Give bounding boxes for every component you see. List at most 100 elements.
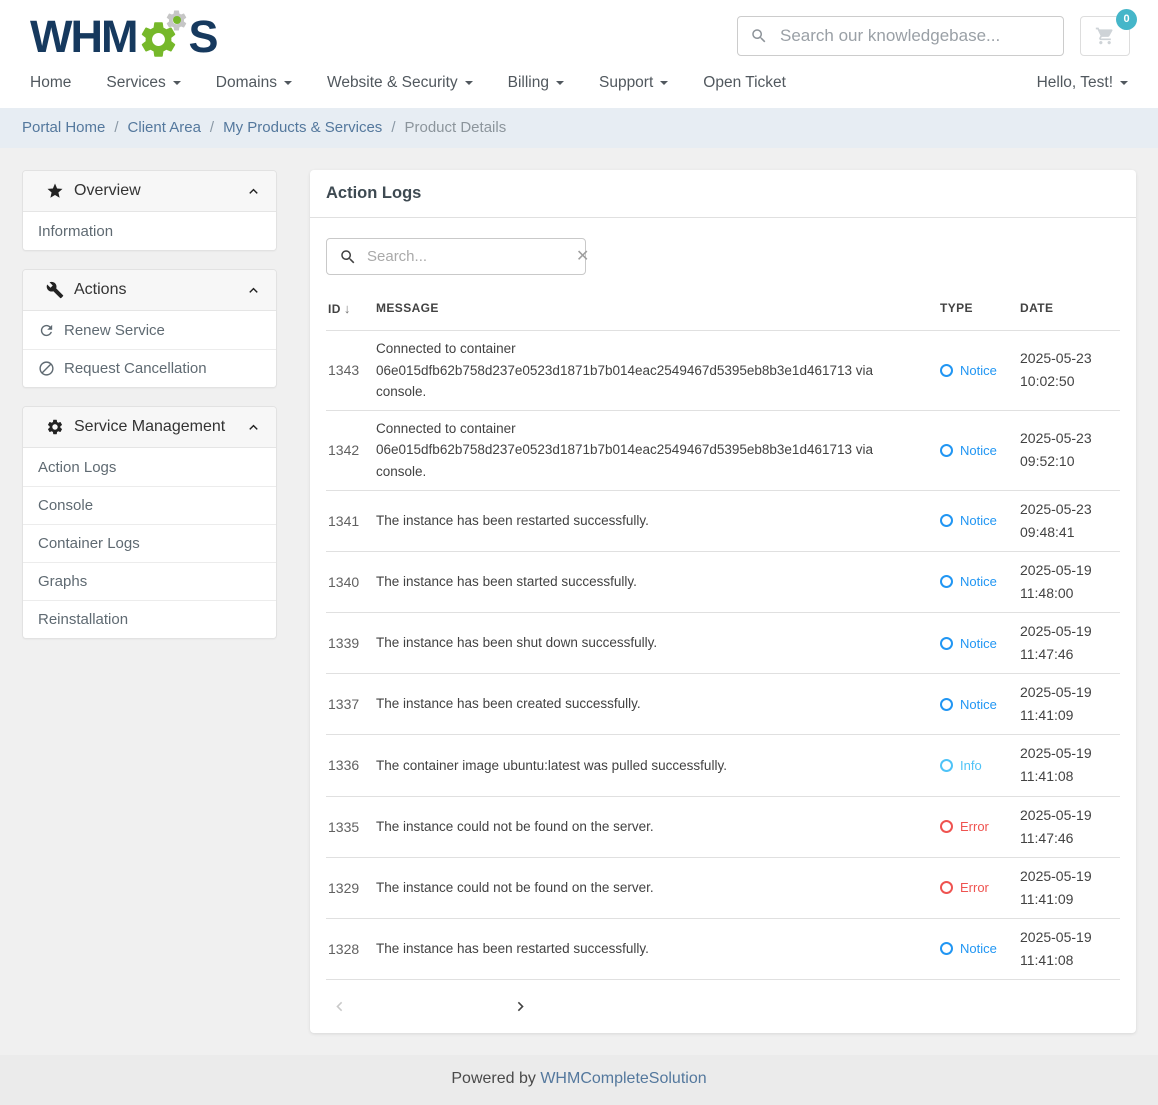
nav-item[interactable]: Website & Security xyxy=(327,74,473,92)
sidebar-item-renew-service[interactable]: Renew Service xyxy=(23,311,276,349)
ban-icon xyxy=(38,360,55,377)
next-page-icon[interactable] xyxy=(511,997,530,1016)
panel-title: Actions xyxy=(74,281,126,299)
nav-item-label: Website & Security xyxy=(327,74,458,92)
whmcs-footer-link[interactable]: WHMCompleteSolution xyxy=(540,1070,706,1087)
table-header: ID↓ MESSAGE TYPE DATE xyxy=(326,275,1120,330)
breadcrumb-item: Portal Home / xyxy=(22,119,128,136)
breadcrumb-link[interactable]: Client Area xyxy=(128,119,201,136)
log-date-value: 2025-05-19 xyxy=(1020,620,1120,643)
nav-item[interactable]: Domains xyxy=(216,74,292,92)
sidebar-item-label: Container Logs xyxy=(38,535,140,552)
refresh-icon xyxy=(38,322,55,339)
sidebar-item-request-cancellation[interactable]: Request Cancellation xyxy=(23,349,276,387)
sidebar-item-information[interactable]: Information xyxy=(23,212,276,250)
sidebar-item[interactable]: Graphs xyxy=(23,562,276,600)
log-type-badge: Notice xyxy=(940,574,1020,589)
service-management-panel-header[interactable]: Service Management xyxy=(23,407,276,448)
log-message: The instance has been shut down successf… xyxy=(376,632,940,654)
cart-count-badge: 0 xyxy=(1116,9,1137,30)
account-menu[interactable]: Hello, Test! xyxy=(1037,74,1128,92)
sidebar-item-label: Action Logs xyxy=(38,459,116,476)
status-circle-icon xyxy=(940,444,953,457)
column-header-date[interactable]: DATE xyxy=(1020,301,1120,316)
log-date: 2025-05-23 09:52:10 xyxy=(1020,427,1120,473)
log-date-value: 2025-05-23 xyxy=(1020,347,1120,370)
log-date-value: 2025-05-19 xyxy=(1020,681,1120,704)
panel-title: Service Management xyxy=(74,418,225,436)
log-time-value: 11:47:46 xyxy=(1020,827,1120,850)
chevron-down-icon xyxy=(465,81,473,85)
logo-text-prefix: WHM xyxy=(30,14,136,59)
table-row: 1337 The instance has been created succe… xyxy=(326,673,1120,734)
previous-page-icon[interactable] xyxy=(330,997,349,1016)
sidebar-item[interactable]: Console xyxy=(23,486,276,524)
star-icon xyxy=(46,182,64,200)
sort-descending-icon: ↓ xyxy=(344,301,351,316)
log-id: 1342 xyxy=(328,442,376,458)
table-body: 1343 Connected to container 06e015dfb62b… xyxy=(326,330,1120,979)
log-time-value: 11:41:08 xyxy=(1020,949,1120,972)
status-circle-icon xyxy=(940,575,953,588)
actions-panel-header[interactable]: Actions xyxy=(23,270,276,311)
breadcrumb-separator: / xyxy=(114,119,118,136)
cart-button[interactable]: 0 xyxy=(1080,16,1130,56)
table-row: 1341 The instance has been restarted suc… xyxy=(326,490,1120,551)
breadcrumb-separator: / xyxy=(210,119,214,136)
chevron-down-icon xyxy=(556,81,564,85)
status-circle-icon xyxy=(940,942,953,955)
nav-item[interactable]: Open Ticket xyxy=(703,74,786,92)
logo-gears xyxy=(137,11,187,61)
powered-by-text: Powered by xyxy=(451,1070,536,1087)
log-type-badge: Notice xyxy=(940,941,1020,956)
top-header: WHM S 0 xyxy=(0,0,1158,64)
column-header-message[interactable]: MESSAGE xyxy=(376,301,940,316)
log-date: 2025-05-19 11:48:00 xyxy=(1020,559,1120,605)
log-time-value: 09:48:41 xyxy=(1020,521,1120,544)
log-id: 1340 xyxy=(328,574,376,590)
log-date-value: 2025-05-19 xyxy=(1020,926,1120,949)
log-message: The instance could not be found on the s… xyxy=(376,877,940,899)
log-time-value: 11:41:09 xyxy=(1020,704,1120,727)
log-type-badge: Notice xyxy=(940,697,1020,712)
nav-item[interactable]: Home xyxy=(30,74,71,92)
search-icon xyxy=(339,248,357,266)
log-date: 2025-05-19 11:41:09 xyxy=(1020,681,1120,727)
status-circle-icon xyxy=(940,820,953,833)
nav-item[interactable]: Support xyxy=(599,74,668,92)
clear-search-icon[interactable]: ✕ xyxy=(576,249,589,265)
nav-item[interactable]: Services xyxy=(106,74,180,92)
status-circle-icon xyxy=(940,881,953,894)
table-search-input[interactable] xyxy=(367,248,566,265)
breadcrumb-separator: / xyxy=(391,119,395,136)
wrench-icon xyxy=(46,281,64,299)
log-message: Connected to container 06e015dfb62b758d2… xyxy=(376,418,940,483)
log-id: 1339 xyxy=(328,635,376,651)
breadcrumb-link[interactable]: Portal Home xyxy=(22,119,105,136)
nav-item-label: Domains xyxy=(216,74,277,92)
whmcs-logo[interactable]: WHM S xyxy=(30,11,216,61)
chevron-down-icon xyxy=(173,81,181,85)
column-header-id[interactable]: ID↓ xyxy=(328,301,376,316)
log-type-badge: Info xyxy=(940,758,1020,773)
column-header-type[interactable]: TYPE xyxy=(940,301,1020,316)
table-row: 1336 The container image ubuntu:latest w… xyxy=(326,734,1120,795)
status-circle-icon xyxy=(940,364,953,377)
knowledgebase-search-input[interactable] xyxy=(780,26,1051,46)
chevron-up-icon xyxy=(245,419,262,436)
sidebar-item[interactable]: Reinstallation xyxy=(23,600,276,638)
sidebar-item[interactable]: Action Logs xyxy=(23,448,276,486)
page-title: Action Logs xyxy=(310,170,1136,218)
table-search: ✕ xyxy=(326,238,586,275)
log-time-value: 11:48:00 xyxy=(1020,582,1120,605)
breadcrumb-link[interactable]: My Products & Services xyxy=(223,119,382,136)
nav-item[interactable]: Billing xyxy=(508,74,564,92)
log-date: 2025-05-19 11:41:08 xyxy=(1020,742,1120,788)
log-date-value: 2025-05-19 xyxy=(1020,865,1120,888)
action-logs-card: Action Logs ✕ ID↓ MESSAGE TYPE DATE 1343… xyxy=(310,170,1136,1033)
log-type-badge: Notice xyxy=(940,513,1020,528)
overview-panel-header[interactable]: Overview xyxy=(23,171,276,212)
log-date-value: 2025-05-23 xyxy=(1020,498,1120,521)
chevron-down-icon xyxy=(1120,81,1128,85)
sidebar-item[interactable]: Container Logs xyxy=(23,524,276,562)
